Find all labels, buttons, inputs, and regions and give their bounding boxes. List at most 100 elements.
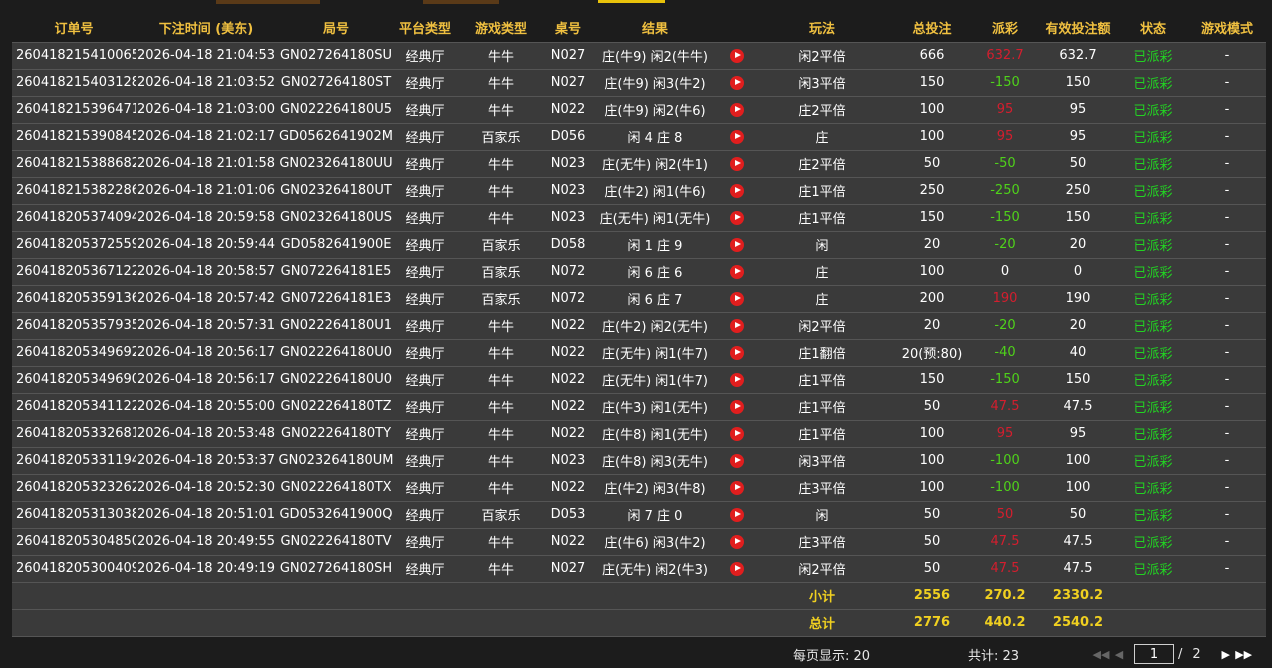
play-video-icon[interactable]: [730, 102, 744, 117]
status-cell: 已派彩: [1118, 204, 1188, 232]
play-video-icon[interactable]: [730, 480, 744, 495]
result-cell: 庄(无牛) 闲1(牛7): [588, 366, 722, 394]
play-video-icon[interactable]: [730, 453, 744, 468]
total-count-label: 共计: 23: [968, 649, 1020, 664]
valid-bet-cell: 50: [1038, 501, 1118, 529]
mode-cell: -: [1188, 177, 1266, 205]
table-row[interactable]: 260418205349692 2026-04-18 20:56:17 GN0222…: [12, 339, 1266, 367]
play-video-icon[interactable]: [730, 426, 744, 441]
table-row[interactable]: 260418205359136 2026-04-18 20:57:42 GN0722…: [12, 285, 1266, 313]
game-type-cell: 牛牛: [454, 393, 548, 421]
top-tab-2[interactable]: [423, 0, 499, 4]
valid-bet-cell: 250: [1038, 177, 1118, 205]
total-row: 总计 2776 440.2 2540.2: [12, 609, 1266, 637]
play-video-icon[interactable]: [730, 264, 744, 279]
time-cell: 2026-04-18 21:01:58: [136, 150, 276, 178]
play-video-icon[interactable]: [730, 507, 744, 522]
table-row[interactable]: 260418215382286 2026-04-18 21:01:06 GN0232…: [12, 177, 1266, 205]
status-cell: 已派彩: [1118, 69, 1188, 97]
bet-cell: 20(预:80): [892, 339, 972, 367]
play-video-icon[interactable]: [730, 561, 744, 576]
game-type-cell: 牛牛: [454, 69, 548, 97]
table-row[interactable]: 260418215410065 2026-04-18 21:04:53 GN0272…: [12, 41, 1266, 70]
round-cell: GN023264180UU: [276, 150, 396, 178]
payout-cell: -100: [972, 447, 1038, 475]
play-video-icon[interactable]: [730, 291, 744, 306]
platform-cell: 经典厅: [396, 285, 454, 313]
mode-cell: -: [1188, 555, 1266, 583]
table-row[interactable]: 260418205341122 2026-04-18 20:55:00 GN0222…: [12, 393, 1266, 421]
table-row[interactable]: 260418205332681 2026-04-18 20:53:48 GN0222…: [12, 420, 1266, 448]
time-cell: 2026-04-18 20:58:57: [136, 258, 276, 286]
play-video-icon[interactable]: [730, 48, 744, 63]
table-header-row: 订单号 下注时间 (美东) 局号 平台类型 游戏类型 桌号 结果 玩法 总投注 派彩 有效投注额 状态…: [12, 14, 1266, 42]
table-cell: D056: [548, 123, 588, 151]
play-video-icon[interactable]: [730, 156, 744, 171]
order-cell: 260418205374094: [12, 204, 136, 232]
table-row[interactable]: 260418205367122 2026-04-18 20:58:57 GN0722…: [12, 258, 1266, 286]
top-tab-strip: [0, 0, 1272, 14]
top-tab-1[interactable]: [216, 0, 320, 4]
play-video-icon[interactable]: [730, 399, 744, 414]
total-bet: 2776: [892, 609, 972, 637]
table-row[interactable]: 260418205372559 2026-04-18 20:59:44 GD0582…: [12, 231, 1266, 259]
mode-cell: -: [1188, 366, 1266, 394]
play-video-icon[interactable]: [730, 129, 744, 144]
bet-cell: 250: [892, 177, 972, 205]
first-page-icon[interactable]: ◀◀: [1092, 648, 1110, 661]
prev-page-icon[interactable]: ◀: [1110, 648, 1128, 661]
order-cell: 260418205372559: [12, 231, 136, 259]
play-cell: [722, 393, 752, 421]
result-cell: 庄(牛9) 闲2(牛牛): [588, 41, 722, 70]
round-cell: GN022264180TZ: [276, 393, 396, 421]
column-header-2: 局号: [276, 14, 396, 42]
payout-cell: -150: [972, 204, 1038, 232]
table-row[interactable]: 260418215390845 2026-04-18 21:02:17 GD0562…: [12, 123, 1266, 151]
table-row[interactable]: 260418205300409 2026-04-18 20:49:19 GN0272…: [12, 555, 1266, 583]
valid-bet-cell: 47.5: [1038, 555, 1118, 583]
payout-cell: -150: [972, 366, 1038, 394]
table-row[interactable]: 260418205331194 2026-04-18 20:53:37 GN0232…: [12, 447, 1266, 475]
status-cell: 已派彩: [1118, 339, 1188, 367]
payout-cell: -20: [972, 231, 1038, 259]
table-row[interactable]: 260418215388682 2026-04-18 21:01:58 GN0232…: [12, 150, 1266, 178]
platform-cell: 经典厅: [396, 420, 454, 448]
play-video-icon[interactable]: [730, 237, 744, 252]
table-cell: N023: [548, 447, 588, 475]
play-video-icon[interactable]: [730, 75, 744, 90]
result-cell: 闲 4 庄 8: [588, 123, 722, 151]
next-page-icon[interactable]: ▶: [1217, 648, 1235, 661]
game-type-cell: 牛牛: [454, 474, 548, 502]
table-row[interactable]: 260418205313038 2026-04-18 20:51:01 GD0532…: [12, 501, 1266, 529]
mode-cell: -: [1188, 474, 1266, 502]
play-video-icon[interactable]: [730, 534, 744, 549]
top-tab-active[interactable]: [598, 0, 665, 3]
play-video-icon[interactable]: [730, 210, 744, 225]
table-row[interactable]: 260418205349690 2026-04-18 20:56:17 GN0222…: [12, 366, 1266, 394]
status-cell: 已派彩: [1118, 528, 1188, 556]
column-header-7: [722, 14, 752, 42]
payout-cell: -100: [972, 474, 1038, 502]
table-cell: N022: [548, 528, 588, 556]
play-video-icon[interactable]: [730, 372, 744, 387]
table-row[interactable]: 260418205374094 2026-04-18 20:59:58 GN0232…: [12, 204, 1266, 232]
table-row[interactable]: 260418215396471 2026-04-18 21:03:00 GN0222…: [12, 96, 1266, 124]
platform-cell: 经典厅: [396, 339, 454, 367]
round-cell: GN072264181E5: [276, 258, 396, 286]
play-cell: [722, 312, 752, 340]
table-row[interactable]: 260418215403128 2026-04-18 21:03:52 GN0272…: [12, 69, 1266, 97]
order-cell: 260418205357935: [12, 312, 136, 340]
platform-cell: 经典厅: [396, 123, 454, 151]
column-header-6: 结果: [588, 14, 722, 42]
payout-cell: 632.7: [972, 41, 1038, 70]
page-number-input[interactable]: [1134, 644, 1174, 664]
last-page-icon[interactable]: ▶▶: [1235, 648, 1253, 661]
game-type-cell: 百家乐: [454, 285, 548, 313]
table-row[interactable]: 260418205304850 2026-04-18 20:49:55 GN0222…: [12, 528, 1266, 556]
play-video-icon[interactable]: [730, 345, 744, 360]
play-video-icon[interactable]: [730, 183, 744, 198]
play-video-icon[interactable]: [730, 318, 744, 333]
table-row[interactable]: 260418205357935 2026-04-18 20:57:31 GN0222…: [12, 312, 1266, 340]
table-row[interactable]: 260418205323262 2026-04-18 20:52:30 GN0222…: [12, 474, 1266, 502]
column-header-13: 游戏模式: [1188, 14, 1266, 42]
